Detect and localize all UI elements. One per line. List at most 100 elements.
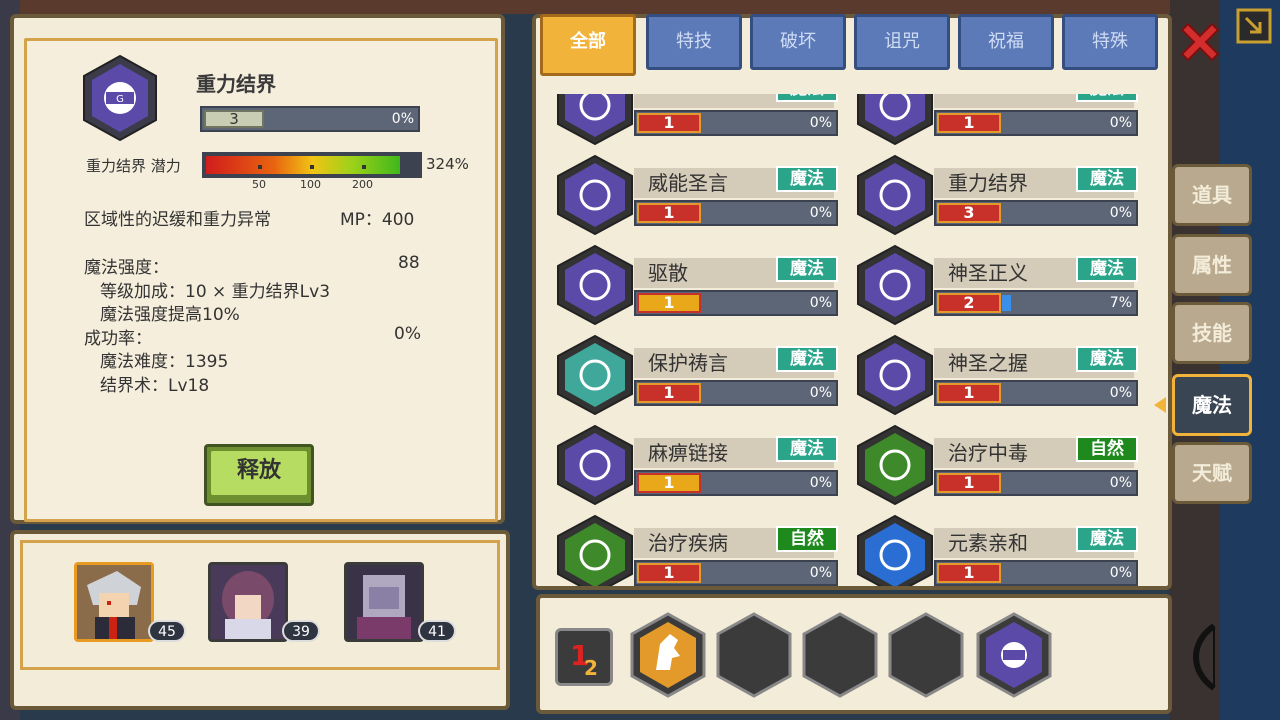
mage-portrait-icon <box>211 565 285 639</box>
skill-progress-bar: 1 0% <box>934 560 1138 586</box>
party-member-avatar[interactable] <box>74 562 154 642</box>
skill-item[interactable]: 重力结界 魔法 3 0% <box>856 154 1141 236</box>
skill-level: 1 <box>937 113 1001 133</box>
potential-pct: 324% <box>426 155 469 173</box>
skill-pct: 0% <box>809 565 832 581</box>
skill-progress-bar: 1 0% <box>934 110 1138 136</box>
skill-type-badge: 自然 <box>1076 436 1138 462</box>
release-button[interactable]: 释放 <box>204 444 314 506</box>
potential-gradient <box>206 156 400 174</box>
side-tab-magic[interactable]: 魔法 <box>1172 374 1252 436</box>
party-member-avatar[interactable] <box>344 562 424 642</box>
empty-slot-icon <box>802 612 878 698</box>
horse-slot-icon <box>630 612 706 698</box>
robot-portrait-icon <box>347 565 421 639</box>
skill-item[interactable]: 治疗疾病 自然 1 0% <box>556 514 841 586</box>
skill-level: 1 <box>637 563 701 583</box>
skill-item[interactable]: 魔法 1 0% <box>556 94 841 146</box>
empty-slot-icon <box>716 612 792 698</box>
close-icon[interactable] <box>1176 18 1224 66</box>
magic-difficulty: 魔法难度：1395 <box>100 352 229 372</box>
tick-label: 200 <box>352 178 373 191</box>
page-one-two-icon: 1 2 <box>570 639 598 680</box>
page-toggle-button[interactable]: 1 2 <box>555 628 613 686</box>
minimize-icon[interactable] <box>1236 8 1272 44</box>
skill-pct: 0% <box>1109 385 1132 401</box>
skill-list[interactable]: 魔法10%魔法10%威能圣言魔法10%重力结界魔法30%驱散魔法10%神圣正义魔… <box>556 94 1156 586</box>
water-drops-icon <box>857 514 933 586</box>
side-tab-talents[interactable]: 天赋 <box>1172 442 1252 504</box>
skill-type-badge: 自然 <box>776 526 838 552</box>
side-tab-items[interactable]: 道具 <box>1172 164 1252 226</box>
skill-level: 1 <box>637 383 701 403</box>
detail-skill-name: 重力结界 <box>196 72 276 96</box>
skill-type-badge: 魔法 <box>776 436 838 462</box>
tick-label: 100 <box>300 178 321 191</box>
star-burst-icon <box>557 154 633 236</box>
side-tab-attributes[interactable]: 属性 <box>1172 234 1252 296</box>
tab-curse[interactable]: 诅咒 <box>854 14 950 70</box>
skill-item[interactable]: 魔法 1 0% <box>856 94 1141 146</box>
tick-mark <box>258 165 262 169</box>
skill-progress-bar: 1 0% <box>934 380 1138 406</box>
skill-progress-fill <box>1002 295 1011 311</box>
skill-item[interactable]: 神圣正义 魔法 2 7% <box>856 244 1141 326</box>
tick-mark <box>362 165 366 169</box>
skill-pct: 0% <box>1109 205 1132 221</box>
skill-item[interactable]: 治疗中毒 自然 1 0% <box>856 424 1141 506</box>
warrior-portrait-icon <box>77 565 151 639</box>
skill-level: 1 <box>637 473 701 493</box>
skill-item[interactable]: 保护祷言 魔法 1 0% <box>556 334 841 416</box>
gravity-slot-icon <box>976 612 1052 698</box>
tab-destruction[interactable]: 破坏 <box>750 14 846 70</box>
skill-progress-bar: 1 0% <box>634 200 838 226</box>
party-member-avatar[interactable] <box>208 562 288 642</box>
level-bonus: 等级加成：10 × 重力结界Lv3 <box>100 282 331 302</box>
skill-type-badge: 魔法 <box>1076 526 1138 552</box>
skill-progress-bar: 1 0% <box>634 110 838 136</box>
skill-type-badge: 魔法 <box>1076 94 1138 102</box>
skill-level: 1 <box>937 563 1001 583</box>
skill-item[interactable]: 麻痹链接 魔法 1 0% <box>556 424 841 506</box>
release-label: 释放 <box>211 451 307 495</box>
skill-level: 1 <box>637 113 701 133</box>
party-level-badge: 45 <box>148 620 186 642</box>
hand-icon <box>857 334 933 416</box>
skill-item[interactable]: 威能圣言 魔法 1 0% <box>556 154 841 236</box>
skill-progress-bar: 2 7% <box>934 290 1138 316</box>
detail-level-bar: 3 0% <box>200 106 420 132</box>
skill-level: 1 <box>637 203 701 223</box>
skill-level: 1 <box>637 293 701 313</box>
skill-item[interactable]: 元素亲和 魔法 1 0% <box>856 514 1141 586</box>
skill-pct: 7% <box>1109 295 1132 311</box>
gravity-icon <box>857 154 933 236</box>
school-level: 结界术：Lv18 <box>100 376 210 396</box>
dispel-icon <box>557 244 633 326</box>
skill-pct: 0% <box>1109 115 1132 131</box>
skill-pct: 0% <box>809 295 832 311</box>
skill-progress-bar: 3 0% <box>934 200 1138 226</box>
skill-pct: 0% <box>809 385 832 401</box>
skill-item[interactable]: 神圣之握 魔法 1 0% <box>856 334 1141 416</box>
tab-all[interactable]: 全部 <box>540 14 636 76</box>
side-tab-skills[interactable]: 技能 <box>1172 302 1252 364</box>
quick-slots[interactable] <box>630 610 1070 700</box>
tab-blessing[interactable]: 祝福 <box>958 14 1054 70</box>
skill-level: 1 <box>937 383 1001 403</box>
tab-special-skill[interactable]: 特技 <box>646 14 742 70</box>
skill-type-badge: 魔法 <box>776 94 838 102</box>
syringe-icon <box>557 514 633 586</box>
skull-icon <box>857 424 933 506</box>
tab-special[interactable]: 特殊 <box>1062 14 1158 70</box>
skill-level: 2 <box>937 293 1001 313</box>
broken-seal-icon <box>857 94 933 146</box>
svg-text:2: 2 <box>584 656 598 680</box>
potential-label: 重力结界 潜力 <box>86 157 181 175</box>
bow-icon[interactable] <box>1180 622 1230 692</box>
skill-item[interactable]: 驱散 魔法 1 0% <box>556 244 841 326</box>
power-bonus: 魔法强度提高10% <box>100 305 240 325</box>
success-value: 0% <box>394 324 421 344</box>
skill-progress-bar: 1 0% <box>634 470 838 496</box>
skill-pct: 0% <box>809 205 832 221</box>
skill-level: 1 <box>937 473 1001 493</box>
